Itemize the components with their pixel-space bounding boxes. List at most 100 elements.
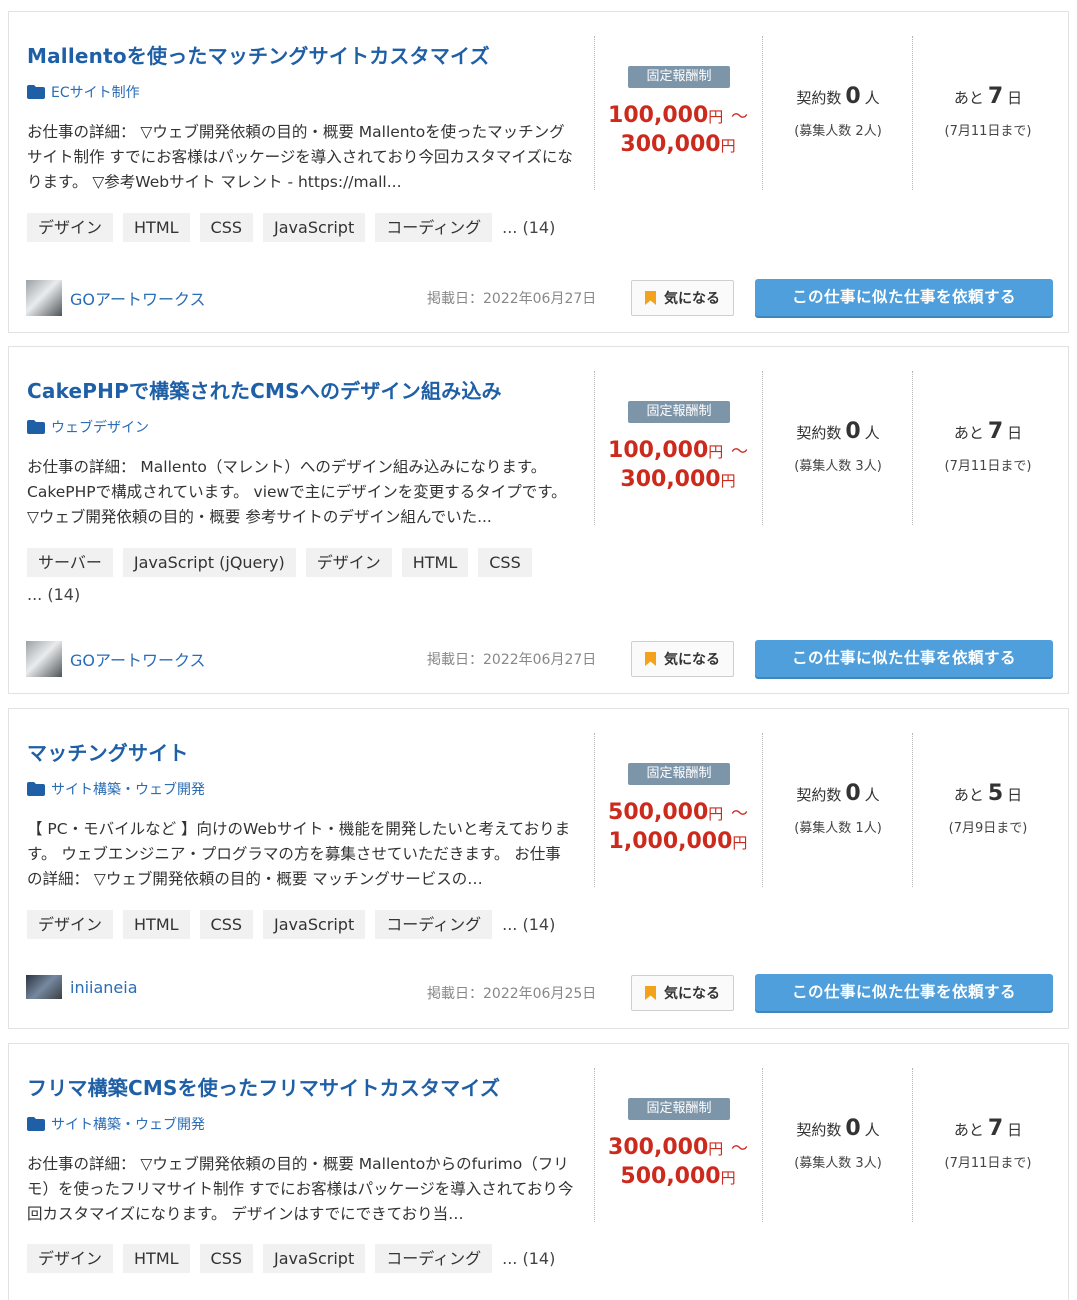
job-category-link[interactable]: サイト構築・ウェブ開発 — [27, 779, 205, 799]
client-link[interactable]: iniianeia — [26, 975, 138, 999]
skill-tag[interactable]: コーディング — [375, 213, 493, 242]
skill-tag[interactable]: デザイン — [27, 1244, 114, 1273]
bookmark-icon — [645, 291, 656, 305]
more-tags-count[interactable]: ... (14) — [502, 218, 555, 237]
contract-number: 0 — [845, 419, 861, 444]
job-card: マッチングサイト サイト構築・ウェブ開発 【 PC・モバイルなど 】向けのWeb… — [8, 708, 1069, 1029]
price-min-value: 300,000 — [608, 1135, 709, 1160]
request-similar-button[interactable]: この仕事に似た仕事を依頼する — [755, 974, 1053, 1011]
price-min-value: 100,000 — [608, 103, 709, 128]
skill-tags: デザイン HTML CSS JavaScript コーディング ... (14) — [27, 213, 587, 242]
contract-prefix: 契約数 — [796, 89, 842, 107]
job-footer: GOアートワークス 掲載日：2022年06月27日 気になる この仕事に似た仕事… — [9, 639, 1070, 679]
days-left-unit: 日 — [1007, 786, 1023, 804]
price-max-value: 300,000 — [620, 132, 721, 157]
bookmark-button[interactable]: 気になる — [631, 975, 734, 1011]
skill-tag[interactable]: HTML — [401, 548, 469, 577]
contract-count: 契約数 0 人 — [763, 84, 913, 109]
job-category-link[interactable]: ウェブデザイン — [27, 417, 149, 437]
skill-tag[interactable]: HTML — [123, 910, 190, 939]
bookmark-icon — [645, 652, 656, 666]
contract-prefix: 契約数 — [796, 786, 842, 804]
deadline-date: (7月11日まで) — [944, 124, 1032, 139]
client-name: iniianeia — [70, 977, 138, 997]
posted-date: 掲載日：2022年06月25日 — [427, 986, 597, 1002]
column-divider — [762, 733, 763, 887]
bookmark-button[interactable]: 気になる — [631, 280, 734, 316]
recruit-count: (募集人数 3人) — [794, 459, 882, 474]
job-title-link[interactable]: マッチングサイト — [27, 737, 587, 766]
request-similar-button[interactable]: この仕事に似た仕事を依頼する — [755, 640, 1053, 677]
job-description: お仕事の詳細： Mallento（マレント）へのデザイン組み込みになります。Ca… — [27, 458, 567, 526]
skill-tag[interactable]: コーディング — [375, 1244, 493, 1273]
skill-tag[interactable]: デザイン — [305, 548, 392, 577]
days-left-unit: 日 — [1007, 1121, 1023, 1139]
yen-unit: 円 — [720, 137, 736, 155]
skill-tags: サーバー JavaScript (jQuery) デザイン HTML CSS .… — [27, 548, 537, 604]
contract-number: 0 — [845, 84, 861, 109]
more-tags-count[interactable]: ... (14) — [502, 1249, 555, 1268]
contract-unit: 人 — [864, 89, 880, 107]
recruit-count: (募集人数 1人) — [794, 821, 882, 836]
job-footer: GOアートワークス 掲載日：2022年06月27日 気になる この仕事に似た仕事… — [9, 278, 1070, 318]
posted-date: 掲載日：2022年06月27日 — [427, 291, 597, 307]
job-title-link[interactable]: Mallentoを使ったマッチングサイトカスタマイズ — [27, 40, 587, 69]
range-tilde: 〜 — [730, 442, 748, 462]
job-category-link[interactable]: サイト構築・ウェブ開発 — [27, 1114, 205, 1134]
skill-tag[interactable]: デザイン — [27, 213, 114, 242]
contract-prefix: 契約数 — [796, 1121, 842, 1139]
recruit-count: (募集人数 3人) — [794, 1156, 882, 1171]
contract-count: 契約数 0 人 — [763, 419, 913, 444]
skill-tag[interactable]: コーディング — [375, 910, 493, 939]
range-tilde: 〜 — [730, 107, 748, 127]
fixed-fee-badge: 固定報酬制 — [628, 1098, 730, 1120]
skill-tag[interactable]: HTML — [123, 213, 190, 242]
contract-unit: 人 — [864, 424, 880, 442]
bookmark-label: 気になる — [664, 652, 720, 668]
skill-tag[interactable]: デザイン — [27, 910, 114, 939]
job-description: 【 PC・モバイルなど 】向けのWebサイト・機能を開発したいと考えております。… — [27, 820, 571, 888]
client-link[interactable]: GOアートワークス — [26, 641, 206, 677]
price-max-value: 1,000,000 — [608, 829, 733, 854]
job-category-label: ウェブデザイン — [51, 420, 149, 436]
price-min: 100,000円 〜 — [594, 102, 762, 128]
avatar — [26, 641, 62, 677]
job-title-link[interactable]: CakePHPで構築されたCMSへのデザイン組み込み — [27, 375, 587, 404]
skill-tag[interactable]: サーバー — [27, 548, 113, 577]
job-description: お仕事の詳細： ▽ウェブ開発依頼の目的・概要 Mallentoからのfurimo… — [27, 1155, 574, 1223]
job-category-label: ECサイト制作 — [51, 85, 140, 101]
skill-tag[interactable]: HTML — [123, 1244, 190, 1273]
bookmark-button[interactable]: 気になる — [631, 641, 734, 677]
skill-tag[interactable]: CSS — [478, 548, 532, 577]
job-list: Mallentoを使ったマッチングサイトカスタマイズ ECサイト制作 お仕事の詳… — [0, 0, 1077, 1300]
price-max: 300,000円 — [594, 132, 762, 157]
more-tags-count[interactable]: ... (14) — [502, 915, 555, 934]
job-category-link[interactable]: ECサイト制作 — [27, 82, 140, 102]
days-left-prefix: あと — [953, 1121, 984, 1139]
column-divider — [912, 733, 913, 887]
days-left: あと 7 日 — [913, 84, 1063, 109]
request-similar-button[interactable]: この仕事に似た仕事を依頼する — [755, 279, 1053, 316]
skill-tag[interactable]: JavaScript — [263, 910, 366, 939]
job-description: お仕事の詳細： ▽ウェブ開発依頼の目的・概要 Mallentoを使ったマッチング… — [27, 123, 573, 191]
price-min-value: 100,000 — [608, 438, 709, 463]
contract-number: 0 — [845, 781, 861, 806]
skill-tag[interactable]: JavaScript — [263, 213, 366, 242]
client-link[interactable]: GOアートワークス — [26, 280, 206, 316]
price-min: 100,000円 〜 — [594, 437, 762, 463]
contract-count: 契約数 0 人 — [763, 781, 913, 806]
days-left-unit: 日 — [1007, 424, 1023, 442]
skill-tag[interactable]: CSS — [199, 1244, 254, 1273]
skill-tag[interactable]: JavaScript (jQuery) — [122, 548, 296, 577]
posted-date: 掲載日：2022年06月27日 — [427, 652, 597, 668]
skill-tag[interactable]: CSS — [199, 213, 254, 242]
column-divider — [912, 371, 913, 525]
range-tilde: 〜 — [730, 1139, 748, 1159]
days-left-number: 7 — [987, 1116, 1004, 1141]
folder-icon — [27, 85, 45, 99]
job-title-link[interactable]: フリマ構築CMSを使ったフリマサイトカスタマイズ — [27, 1072, 587, 1101]
skill-tag[interactable]: JavaScript — [263, 1244, 366, 1273]
skill-tag[interactable]: CSS — [199, 910, 254, 939]
bookmark-label: 気になる — [664, 291, 720, 307]
more-tags-count[interactable]: ... (14) — [27, 585, 80, 604]
